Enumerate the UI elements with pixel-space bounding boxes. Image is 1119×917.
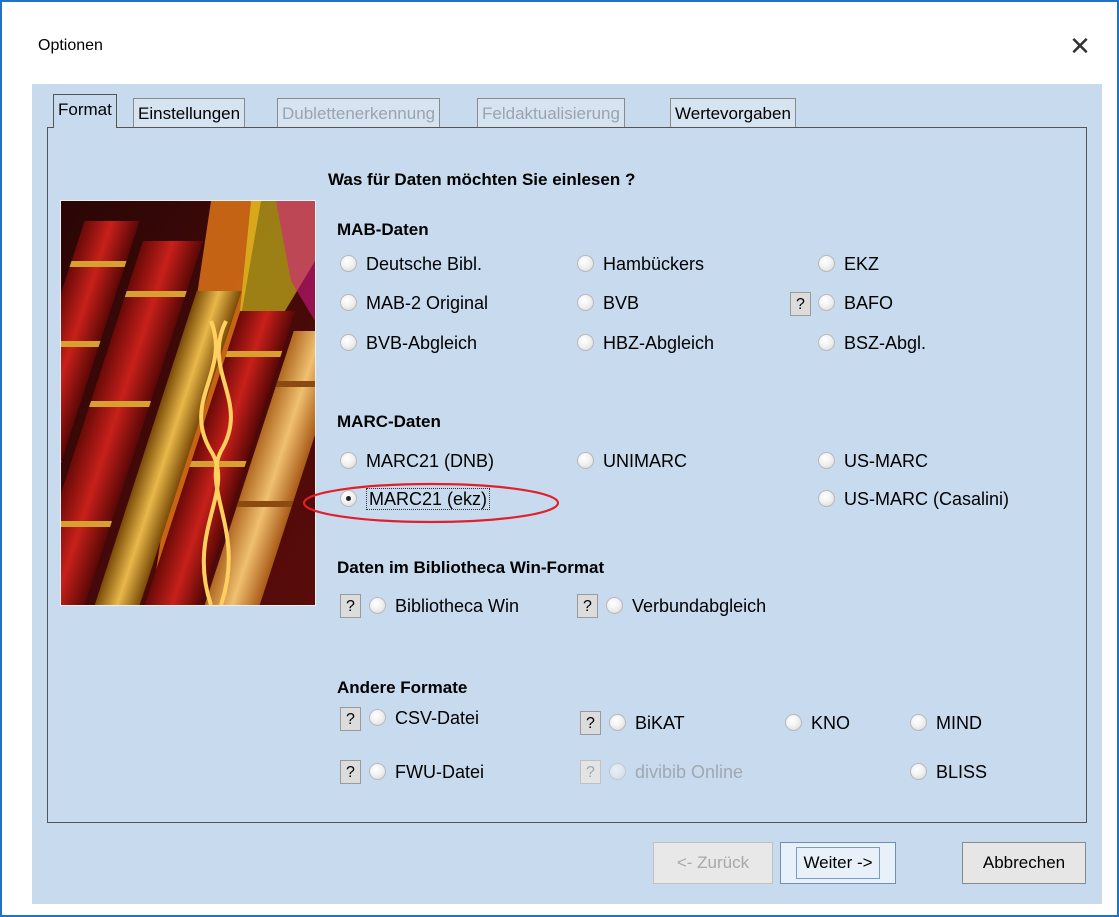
radio-mind[interactable]: MIND [910,711,982,735]
option-label: CSV-Datei [395,708,480,728]
option-label: MARC21 (DNB) [366,451,495,471]
radio-button[interactable] [785,713,802,731]
radio-button[interactable] [369,708,386,726]
option-label: Verbundabgleich [632,596,767,616]
option-label: FWU-Datei [395,762,484,782]
radio-button[interactable] [340,451,357,469]
tab-dublettenerkennung[interactable]: Dublettenerkennung [277,98,441,127]
radio-button[interactable] [606,596,623,614]
books-image [60,200,316,606]
radio-button[interactable] [609,713,626,731]
help-button-bikat[interactable]: ? [580,711,601,735]
radio-mab2-original[interactable]: MAB-2 Original [340,291,488,315]
option-label: BLISS [936,762,988,782]
option-label: MAB-2 Original [366,293,489,313]
radio-hambueckers[interactable]: Hambückers [577,252,704,276]
radio-button[interactable] [818,489,835,507]
help-button-verbundabgleich[interactable]: ? [577,594,598,618]
other-section-title: Andere Formate [337,678,468,697]
option-label: US-MARC [844,451,928,471]
radio-button[interactable] [369,596,386,614]
help-button-fwu[interactable]: ? [340,760,361,784]
next-button[interactable]: Weiter -> [780,842,896,884]
radio-us-marc-casalini[interactable]: US-MARC (Casalini) [818,487,1009,511]
option-label: BSZ-Abgl. [844,333,927,353]
radio-button[interactable] [818,333,835,351]
option-label: KNO [811,713,851,733]
help-button-bibliotheca-win[interactable]: ? [340,594,361,618]
option-label: BVB [603,293,640,313]
help-button-divibib[interactable]: ? [580,760,601,784]
option-label: divibib Online [635,762,744,782]
highlight-ellipse [302,482,560,524]
radio-button[interactable] [910,762,927,780]
radio-bliss[interactable]: BLISS [910,760,987,784]
radio-bikat[interactable]: BiKAT [609,711,685,735]
option-label: Bibliotheca Win [395,596,520,616]
option-label: UNIMARC [603,451,687,471]
radio-us-marc[interactable]: US-MARC [818,449,928,473]
option-label: US-MARC (Casalini) [844,489,1010,509]
question-heading: Was für Daten möchten Sie einlesen ? [328,170,636,189]
radio-button[interactable] [369,762,386,780]
radio-deutsche-bibl[interactable]: Deutsche Bibl. [340,252,482,276]
tab-format[interactable]: Format [53,94,117,128]
radio-hbz-abgleich[interactable]: HBZ-Abgleich [577,331,714,355]
radio-button[interactable] [577,333,594,351]
option-label: MIND [936,713,982,733]
option-label: BAFO [844,293,894,313]
radio-kno[interactable]: KNO [785,711,850,735]
tab-wertevorgaben[interactable]: Wertevorgaben [670,98,796,127]
radio-button[interactable] [577,254,594,272]
radio-ekz[interactable]: EKZ [818,252,879,276]
close-icon[interactable]: ✕ [1062,28,1098,64]
radio-bvb[interactable]: BVB [577,291,639,315]
radio-button[interactable] [818,254,835,272]
help-button-bafo[interactable]: ? [790,292,811,316]
radio-divibib-online[interactable]: divibib Online [609,760,743,784]
option-label: BiKAT [635,713,685,733]
option-label: BVB-Abgleich [366,333,478,353]
tab-einstellungen[interactable]: Einstellungen [133,98,246,127]
radio-bafo[interactable]: BAFO [818,291,893,315]
radio-button[interactable] [577,451,594,469]
radio-unimarc[interactable]: UNIMARC [577,449,687,473]
radio-bvb-abgleich[interactable]: BVB-Abgleich [340,331,477,355]
win-section-title: Daten im Bibliotheca Win-Format [337,558,605,577]
radio-button[interactable] [609,762,626,780]
radio-button[interactable] [818,451,835,469]
option-label: HBZ-Abgleich [603,333,715,353]
radio-marc21-dnb[interactable]: MARC21 (DNB) [340,449,494,473]
radio-button[interactable] [818,293,835,311]
radio-button[interactable] [340,293,357,311]
radio-fwu-datei[interactable]: FWU-Datei [369,760,484,784]
title-bar [2,2,1117,32]
radio-button[interactable] [910,713,927,731]
option-label: EKZ [844,254,880,274]
tab-feldaktualisierung[interactable]: Feldaktualisierung [477,98,625,127]
radio-verbundabgleich[interactable]: Verbundabgleich [606,594,766,618]
next-button-label: Weiter -> [796,847,880,879]
radio-bibliotheca-win[interactable]: Bibliotheca Win [369,594,519,618]
radio-button[interactable] [577,293,594,311]
mab-section-title: MAB-Daten [337,220,429,239]
marc-section-title: MARC-Daten [337,412,441,431]
radio-bsz-abgl[interactable]: BSZ-Abgl. [818,331,926,355]
help-button-csv[interactable]: ? [340,707,361,731]
dialog-title: Optionen [38,37,103,54]
radio-button[interactable] [340,254,357,272]
back-button[interactable]: <- Zurück [653,842,773,884]
cancel-button[interactable]: Abbrechen [962,842,1086,884]
option-label: Deutsche Bibl. [366,254,483,274]
radio-csv-datei[interactable]: CSV-Datei [369,706,479,730]
option-label: Hambückers [603,254,705,274]
radio-button[interactable] [340,333,357,351]
